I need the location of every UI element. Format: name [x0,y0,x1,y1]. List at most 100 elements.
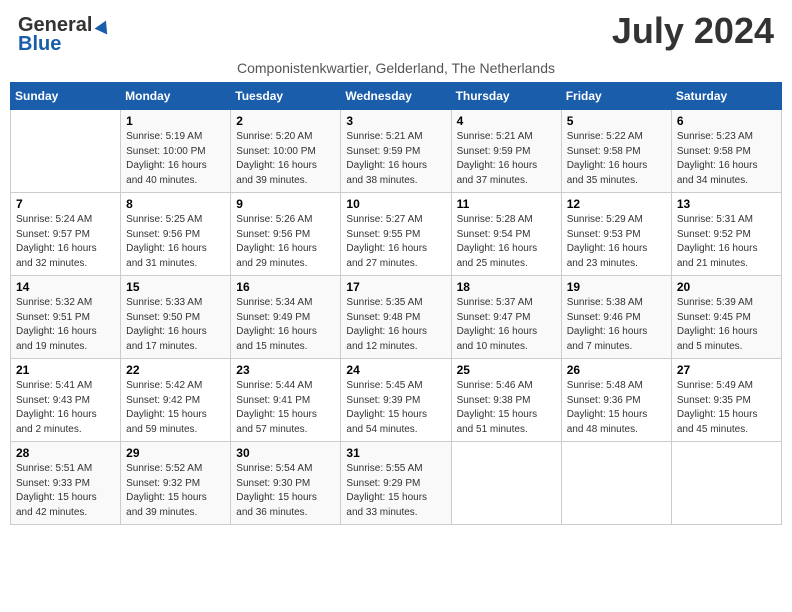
day-of-week-header: Sunday [11,83,121,110]
day-number: 6 [677,114,776,128]
day-info: Sunrise: 5:31 AMSunset: 9:52 PMDaylight:… [677,213,776,271]
calendar-cell: 19 Sunrise: 5:38 AMSunset: 9:46 PMDayligh… [561,276,671,359]
calendar-cell: 8 Sunrise: 5:25 AMSunset: 9:56 PMDaylight… [121,193,231,276]
day-info: Sunrise: 5:27 AMSunset: 9:55 PMDaylight:… [346,213,445,271]
day-number: 12 [567,197,666,211]
day-info: Sunrise: 5:25 AMSunset: 9:56 PMDaylight:… [126,213,225,271]
day-number: 25 [457,363,556,377]
day-info: Sunrise: 5:34 AMSunset: 9:49 PMDaylight:… [236,296,335,354]
day-of-week-header: Tuesday [231,83,341,110]
day-number: 7 [16,197,115,211]
calendar-cell: 21 Sunrise: 5:41 AMSunset: 9:43 PMDayligh… [11,359,121,442]
day-number: 1 [126,114,225,128]
calendar-cell: 4 Sunrise: 5:21 AMSunset: 9:59 PMDaylight… [451,110,561,193]
day-of-week-header: Saturday [671,83,781,110]
calendar-cell [671,442,781,525]
subtitle: Componistenkwartier, Gelderland, The Net… [10,60,782,76]
calendar-week-row: 7 Sunrise: 5:24 AMSunset: 9:57 PMDaylight… [11,193,782,276]
page-header: General Blue July 2024 [10,10,782,56]
calendar-header: SundayMondayTuesdayWednesdayThursdayFrid… [11,83,782,110]
day-number: 11 [457,197,556,211]
day-info: Sunrise: 5:44 AMSunset: 9:41 PMDaylight:… [236,379,335,437]
day-number: 19 [567,280,666,294]
day-number: 30 [236,446,335,460]
day-of-week-header: Monday [121,83,231,110]
logo: General Blue [18,14,112,56]
day-number: 24 [346,363,445,377]
calendar-cell: 16Sunrise: 5:34 AMSunset: 9:49 PMDayligh… [231,276,341,359]
logo-icon [94,18,112,36]
day-number: 20 [677,280,776,294]
day-number: 22 [126,363,225,377]
day-info: Sunrise: 5:26 AMSunset: 9:56 PMDaylight:… [236,213,335,271]
day-info: Sunrise: 5:51 AMSunset: 9:33 PMDaylight:… [16,462,115,520]
day-number: 31 [346,446,445,460]
calendar-cell [451,442,561,525]
day-info: Sunrise: 5:20 AMSunset: 10:00 PMDaylight… [236,130,335,188]
day-info: Sunrise: 5:35 AMSunset: 9:48 PMDaylight:… [346,296,445,354]
day-number: 9 [236,197,335,211]
day-info: Sunrise: 5:23 AMSunset: 9:58 PMDaylight:… [677,130,776,188]
day-of-week-header: Thursday [451,83,561,110]
day-number: 2 [236,114,335,128]
calendar-cell [11,110,121,193]
calendar-cell: 13 Sunrise: 5:31 AMSunset: 9:52 PMDayligh… [671,193,781,276]
day-info: Sunrise: 5:32 AMSunset: 9:51 PMDaylight:… [16,296,115,354]
day-info: Sunrise: 5:21 AMSunset: 9:59 PMDaylight:… [346,130,445,188]
calendar-cell: 1Sunrise: 5:19 AMSunset: 10:00 PMDayligh… [121,110,231,193]
calendar-cell: 20 Sunrise: 5:39 AMSunset: 9:45 PMDayligh… [671,276,781,359]
day-info: Sunrise: 5:45 AMSunset: 9:39 PMDaylight:… [346,379,445,437]
day-info: Sunrise: 5:48 AMSunset: 9:36 PMDaylight:… [567,379,666,437]
day-info: Sunrise: 5:42 AMSunset: 9:42 PMDaylight:… [126,379,225,437]
calendar-table: SundayMondayTuesdayWednesdayThursdayFrid… [10,82,782,525]
day-info: Sunrise: 5:33 AMSunset: 9:50 PMDaylight:… [126,296,225,354]
day-info: Sunrise: 5:24 AMSunset: 9:57 PMDaylight:… [16,213,115,271]
day-info: Sunrise: 5:49 AMSunset: 9:35 PMDaylight:… [677,379,776,437]
calendar-week-row: 21 Sunrise: 5:41 AMSunset: 9:43 PMDayligh… [11,359,782,442]
calendar-cell: 31 Sunrise: 5:55 AMSunset: 9:29 PMDayligh… [341,442,451,525]
day-info: Sunrise: 5:22 AMSunset: 9:58 PMDaylight:… [567,130,666,188]
day-number: 3 [346,114,445,128]
calendar-week-row: 14 Sunrise: 5:32 AMSunset: 9:51 PMDayligh… [11,276,782,359]
day-info: Sunrise: 5:29 AMSunset: 9:53 PMDaylight:… [567,213,666,271]
day-info: Sunrise: 5:37 AMSunset: 9:47 PMDaylight:… [457,296,556,354]
day-of-week-header: Wednesday [341,83,451,110]
day-number: 17 [346,280,445,294]
calendar-cell: 14 Sunrise: 5:32 AMSunset: 9:51 PMDayligh… [11,276,121,359]
day-number: 13 [677,197,776,211]
day-info: Sunrise: 5:38 AMSunset: 9:46 PMDaylight:… [567,296,666,354]
day-info: Sunrise: 5:28 AMSunset: 9:54 PMDaylight:… [457,213,556,271]
day-number: 4 [457,114,556,128]
day-info: Sunrise: 5:55 AMSunset: 9:29 PMDaylight:… [346,462,445,520]
day-number: 14 [16,280,115,294]
day-number: 29 [126,446,225,460]
day-info: Sunrise: 5:41 AMSunset: 9:43 PMDaylight:… [16,379,115,437]
day-number: 26 [567,363,666,377]
calendar-cell: 23 Sunrise: 5:44 AMSunset: 9:41 PMDayligh… [231,359,341,442]
day-info: Sunrise: 5:54 AMSunset: 9:30 PMDaylight:… [236,462,335,520]
calendar-cell: 29 Sunrise: 5:52 AMSunset: 9:32 PMDayligh… [121,442,231,525]
calendar-week-row: 28Sunrise: 5:51 AMSunset: 9:33 PMDayligh… [11,442,782,525]
calendar-cell: 2 Sunrise: 5:20 AMSunset: 10:00 PMDayligh… [231,110,341,193]
day-info: Sunrise: 5:52 AMSunset: 9:32 PMDaylight:… [126,462,225,520]
month-title: July 2024 [612,10,774,52]
day-info: Sunrise: 5:39 AMSunset: 9:45 PMDaylight:… [677,296,776,354]
day-number: 21 [16,363,115,377]
calendar-cell: 24 Sunrise: 5:45 AMSunset: 9:39 PMDayligh… [341,359,451,442]
day-number: 15 [126,280,225,294]
calendar-cell: 22 Sunrise: 5:42 AMSunset: 9:42 PMDayligh… [121,359,231,442]
day-number: 27 [677,363,776,377]
calendar-cell: 6 Sunrise: 5:23 AMSunset: 9:58 PMDaylight… [671,110,781,193]
calendar-cell: 26 Sunrise: 5:48 AMSunset: 9:36 PMDayligh… [561,359,671,442]
day-number: 5 [567,114,666,128]
calendar-cell: 3 Sunrise: 5:21 AMSunset: 9:59 PMDaylight… [341,110,451,193]
day-info: Sunrise: 5:46 AMSunset: 9:38 PMDaylight:… [457,379,556,437]
day-number: 8 [126,197,225,211]
day-number: 23 [236,363,335,377]
calendar-cell: 7 Sunrise: 5:24 AMSunset: 9:57 PMDaylight… [11,193,121,276]
day-of-week-header: Friday [561,83,671,110]
calendar-cell: 12 Sunrise: 5:29 AMSunset: 9:53 PMDayligh… [561,193,671,276]
day-info: Sunrise: 5:21 AMSunset: 9:59 PMDaylight:… [457,130,556,188]
logo-blue-text: Blue [18,33,61,56]
calendar-cell: 18Sunrise: 5:37 AMSunset: 9:47 PMDayligh… [451,276,561,359]
